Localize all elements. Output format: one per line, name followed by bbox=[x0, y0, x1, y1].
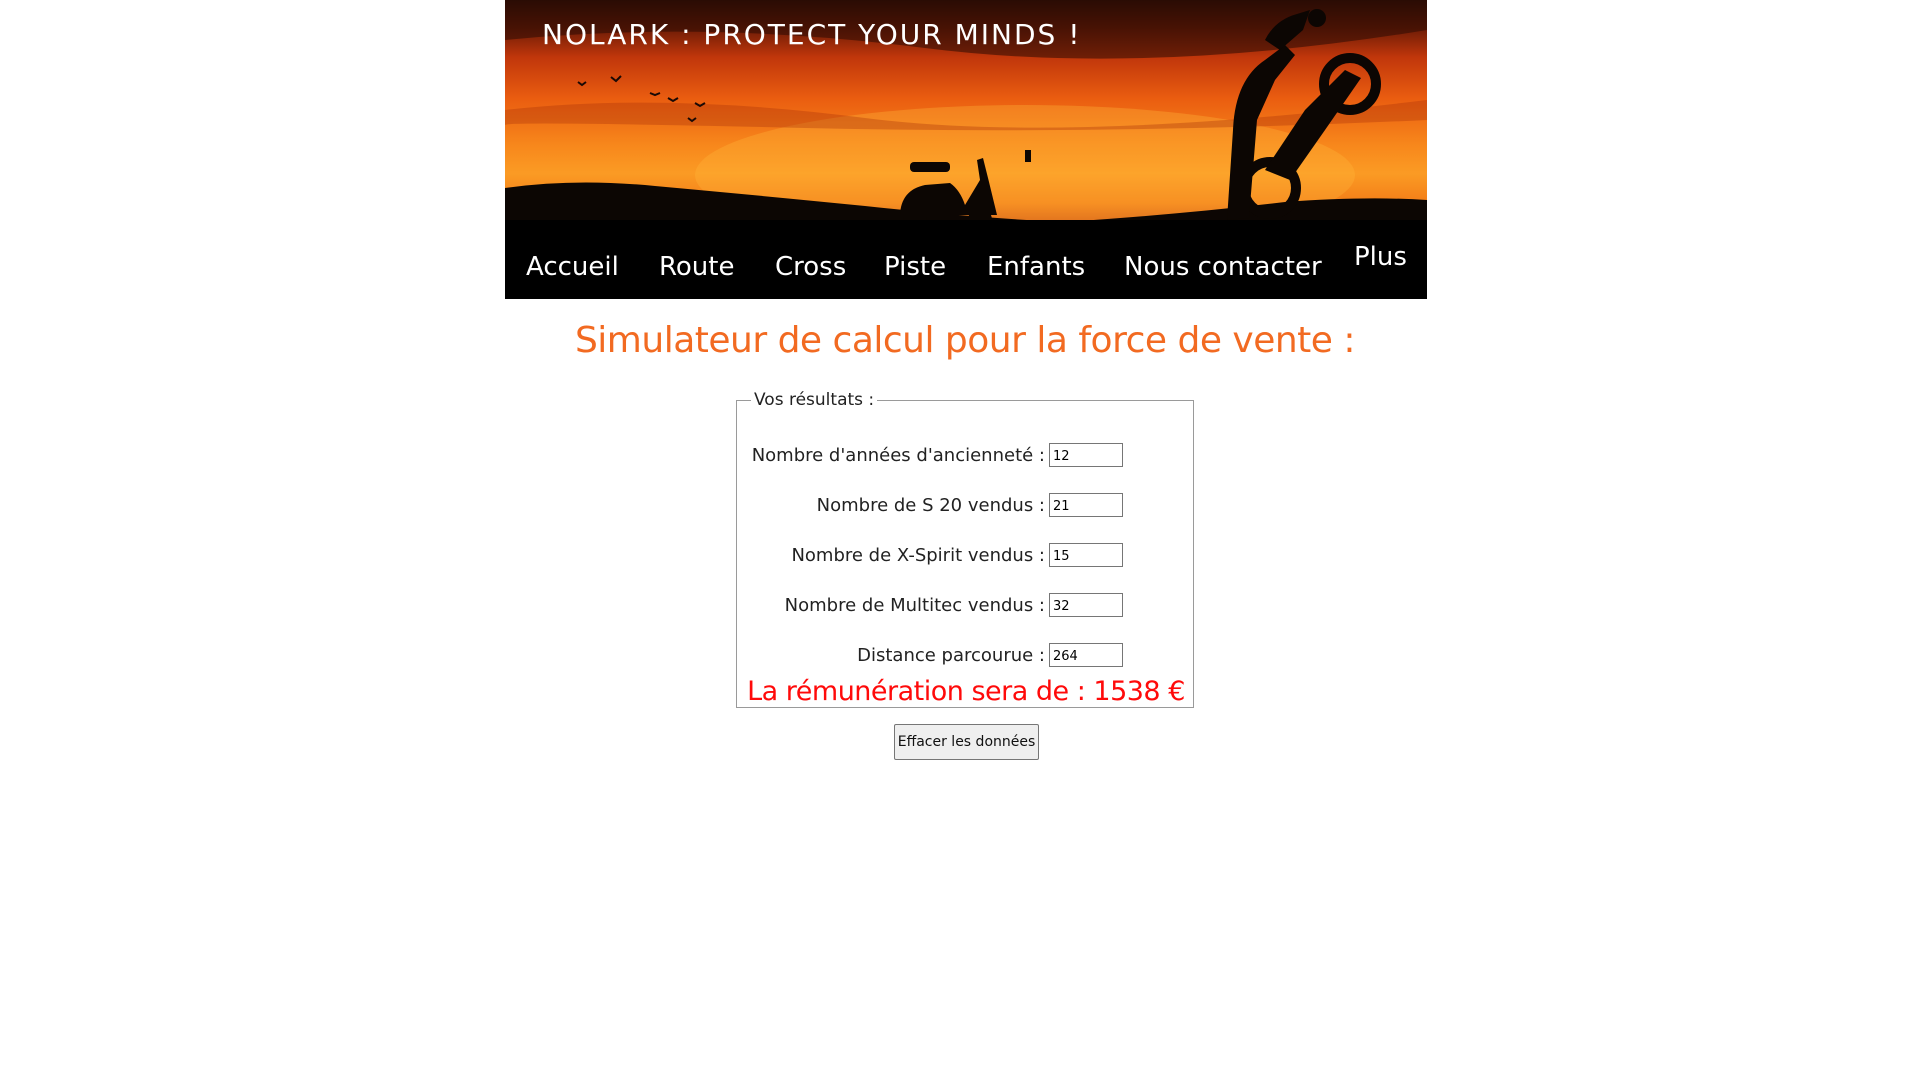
field-row-anciennete: Nombre d'années d'ancienneté : bbox=[752, 442, 1123, 468]
page: NOLARK : PROTECT YOUR MINDS ! Accueil Ro… bbox=[0, 0, 1920, 1080]
field-row-multitec: Nombre de Multitec vendus : bbox=[785, 592, 1123, 618]
main-nav: Accueil Route Cross Piste Enfants Nous c… bbox=[505, 220, 1427, 299]
remuneration-result: La rémunération sera de : 1538 € bbox=[747, 676, 1185, 707]
nav-item-plus[interactable]: Plus bbox=[1354, 242, 1407, 272]
s20-input[interactable] bbox=[1049, 493, 1123, 517]
multitec-label: Nombre de Multitec vendus : bbox=[784, 594, 1045, 616]
field-row-xspirit: Nombre de X-Spirit vendus : bbox=[791, 542, 1123, 568]
page-title: Simulateur de calcul pour la force de ve… bbox=[574, 320, 1356, 361]
nav-item-accueil[interactable]: Accueil bbox=[526, 252, 619, 282]
nav-item-enfants[interactable]: Enfants bbox=[987, 252, 1085, 282]
anciennete-input[interactable] bbox=[1049, 443, 1123, 467]
nav-item-nous-contacter[interactable]: Nous contacter bbox=[1124, 252, 1322, 282]
multitec-input[interactable] bbox=[1049, 593, 1123, 617]
site-title: NOLARK : PROTECT YOUR MINDS ! bbox=[542, 18, 1082, 51]
clear-data-button[interactable]: Effacer les données bbox=[894, 724, 1039, 760]
nav-item-piste[interactable]: Piste bbox=[884, 252, 946, 282]
field-row-distance: Distance parcourue : bbox=[857, 642, 1123, 668]
distance-label: Distance parcourue : bbox=[857, 644, 1045, 666]
nav-item-cross[interactable]: Cross bbox=[775, 252, 846, 282]
field-row-s20: Nombre de S 20 vendus : bbox=[817, 492, 1123, 518]
xspirit-input[interactable] bbox=[1049, 543, 1123, 567]
results-fieldset: Vos résultats : Nombre d'années d'ancien… bbox=[736, 390, 1194, 708]
results-legend: Vos résultats : bbox=[754, 390, 875, 410]
anciennete-label: Nombre d'années d'ancienneté : bbox=[751, 444, 1045, 466]
xspirit-label: Nombre de X-Spirit vendus : bbox=[791, 544, 1045, 566]
site-banner: NOLARK : PROTECT YOUR MINDS ! Accueil Ro… bbox=[505, 0, 1427, 299]
nav-item-route[interactable]: Route bbox=[659, 252, 734, 282]
distance-input[interactable] bbox=[1049, 643, 1123, 667]
s20-label: Nombre de S 20 vendus : bbox=[816, 494, 1045, 516]
